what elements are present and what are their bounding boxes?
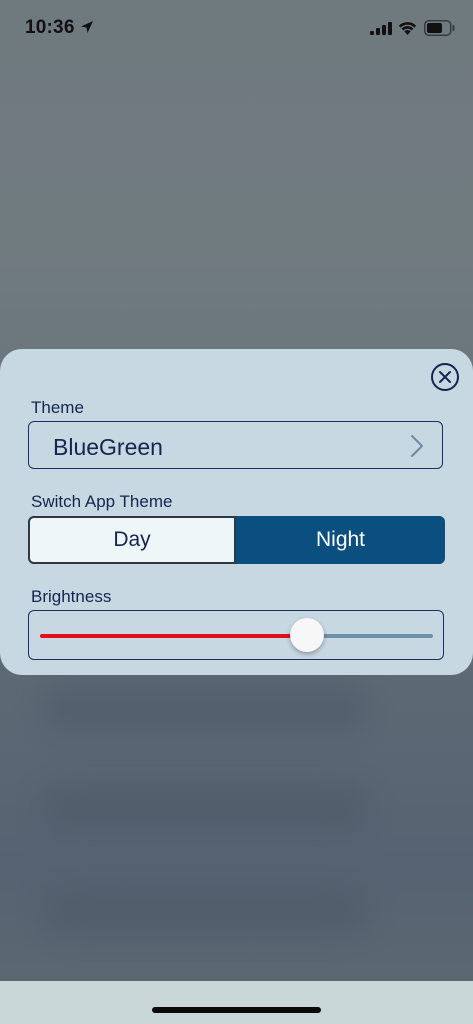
- theme-value: BlueGreen: [53, 434, 163, 460]
- wifi-icon: [398, 22, 417, 35]
- chevron-right-icon: [411, 435, 423, 457]
- brightness-track-filled: [40, 634, 308, 638]
- background-blur: [40, 885, 370, 940]
- home-indicator[interactable]: [152, 1007, 321, 1013]
- theme-segmented-control: Day Night: [28, 516, 445, 564]
- background-blur: [40, 780, 370, 835]
- theme-selector[interactable]: BlueGreen: [28, 421, 443, 469]
- brightness-track-remaining: [307, 634, 433, 638]
- location-arrow-icon: [81, 21, 93, 33]
- switch-theme-label: Switch App Theme: [31, 492, 173, 511]
- theme-label: Theme: [31, 398, 84, 417]
- brightness-slider-container: [28, 610, 444, 660]
- day-segment[interactable]: Day: [28, 516, 236, 564]
- brightness-label: Brightness: [31, 587, 112, 606]
- background-blur: [40, 680, 370, 735]
- cellular-signal-icon: [370, 22, 392, 35]
- brightness-slider-thumb[interactable]: [290, 618, 325, 652]
- status-time: 10:36: [25, 17, 75, 38]
- status-bar: 10:36: [0, 0, 473, 58]
- battery-icon: [424, 20, 455, 36]
- home-indicator-area: [0, 981, 473, 1024]
- night-segment[interactable]: Night: [236, 516, 445, 564]
- close-circle-icon[interactable]: [430, 362, 460, 392]
